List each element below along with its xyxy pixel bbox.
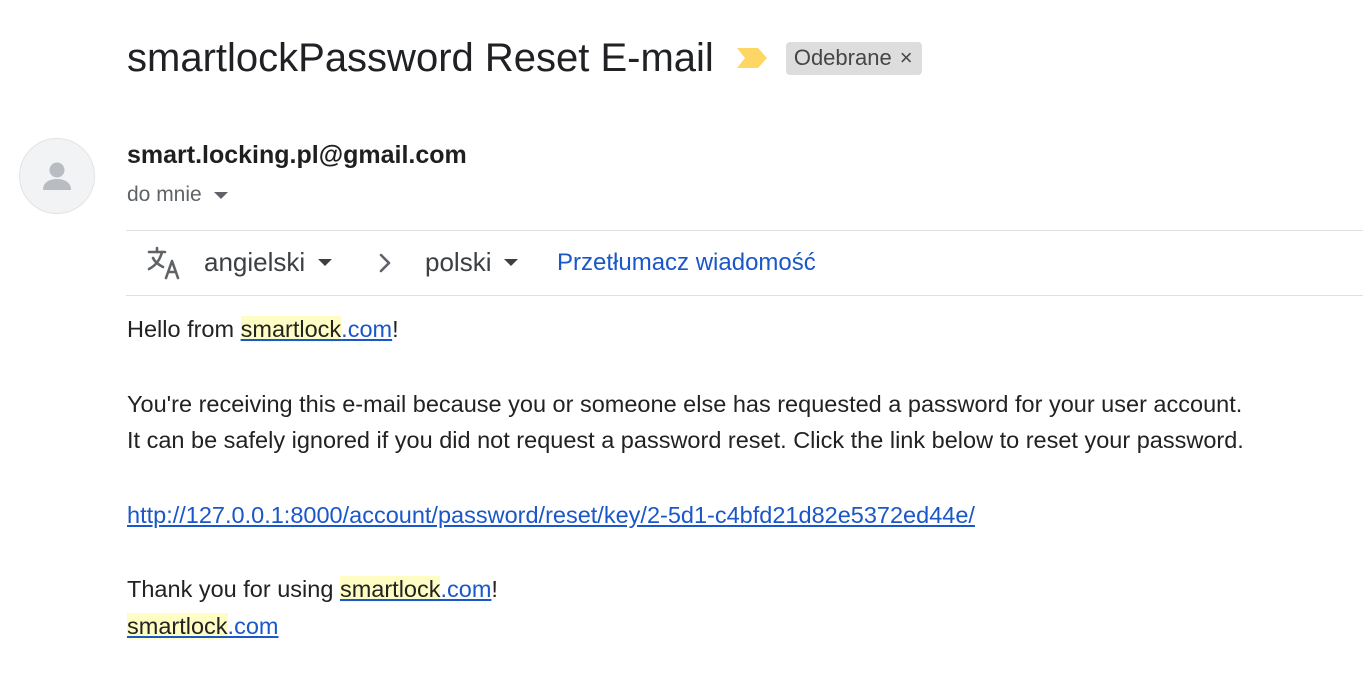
body-line-2: It can be safely ignored if you did not … — [127, 427, 1244, 453]
label-chip-inbox: Odebrane × — [785, 41, 922, 75]
avatar — [19, 138, 95, 214]
brand-link[interactable]: smartlock.com — [339, 576, 492, 602]
subject-row: smartlockPassword Reset E-mail Odebrane … — [127, 34, 922, 82]
thanks-line: Thank you for using smartlock.com! — [127, 576, 498, 603]
domain-suffix: .com — [440, 576, 492, 602]
recipient-label: do mnie — [127, 183, 202, 206]
brand-highlight: smartlock — [339, 576, 441, 602]
greeting-prefix: Hello from — [127, 316, 241, 342]
importance-marker-icon[interactable] — [736, 47, 768, 69]
signature-line: smartlock.com — [127, 613, 278, 640]
recipient-details[interactable]: do mnie — [127, 183, 228, 207]
password-reset-link[interactable]: http://127.0.0.1:8000/account/password/r… — [127, 502, 975, 528]
domain-suffix: .com — [341, 316, 393, 342]
body-line-1: You're receiving this e-mail because you… — [127, 391, 1243, 417]
domain-suffix: .com — [227, 613, 279, 639]
target-language-label: polski — [425, 247, 492, 277]
greeting-line: Hello from smartlock.com! — [127, 316, 399, 343]
person-icon — [43, 162, 71, 190]
source-language-select[interactable]: angielski — [204, 247, 333, 278]
target-language-select[interactable]: polski — [425, 247, 519, 278]
reset-link-line: http://127.0.0.1:8000/account/password/r… — [127, 502, 975, 529]
thanks-prefix: Thank you for using — [127, 576, 340, 602]
chevron-down-icon[interactable] — [213, 191, 228, 199]
brand-highlight: smartlock — [240, 316, 342, 342]
exclamation: ! — [491, 576, 498, 602]
chevron-down-icon — [318, 259, 333, 266]
chevron-right-icon[interactable] — [378, 252, 392, 279]
label-chip-text: Odebrane — [793, 45, 892, 70]
brand-highlight: smartlock — [127, 613, 228, 639]
translate-bar: angielski polski Przetłumacz wiadomość — [126, 230, 1363, 296]
sender-address: smart.locking.pl@gmail.com — [127, 141, 467, 169]
signature-brand-link[interactable]: smartlock.com — [127, 613, 278, 639]
chevron-down-icon — [504, 259, 519, 266]
exclamation: ! — [392, 316, 399, 342]
source-language-label: angielski — [204, 247, 306, 277]
translate-message-link[interactable]: Przetłumacz wiadomość — [557, 249, 816, 277]
translate-icon — [147, 246, 180, 280]
remove-label-icon[interactable]: × — [900, 45, 913, 71]
brand-link[interactable]: smartlock.com — [240, 316, 393, 342]
email-subject: smartlockPassword Reset E-mail — [127, 36, 714, 80]
